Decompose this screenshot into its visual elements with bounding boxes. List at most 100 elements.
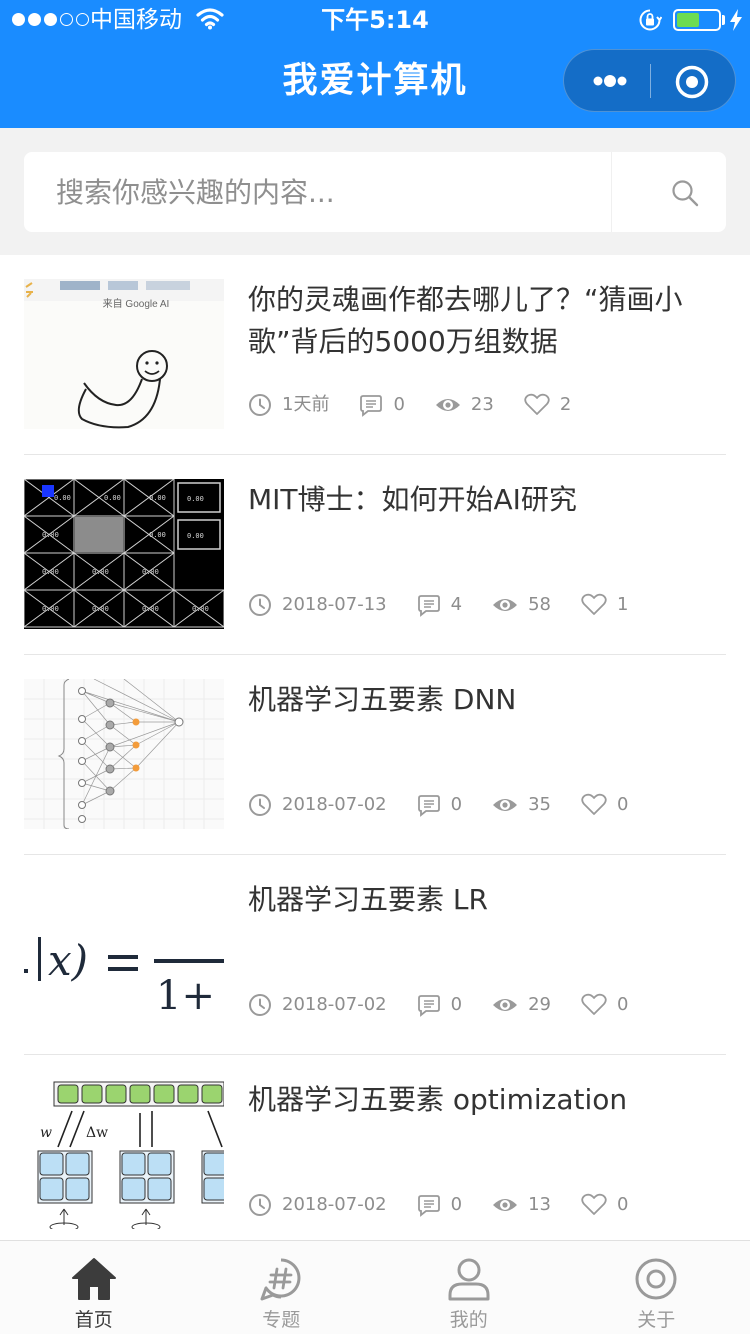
heart-icon[interactable] xyxy=(581,1193,607,1217)
more-dots-icon[interactable] xyxy=(590,67,628,95)
svg-text:0.00: 0.00 xyxy=(54,494,71,502)
comment-icon xyxy=(417,795,440,817)
like-count: 0 xyxy=(616,1194,629,1215)
publish-time: 2018-07-02 xyxy=(282,1194,387,1215)
tab-mine[interactable]: 我的 xyxy=(375,1241,563,1334)
comment-count: 0 xyxy=(450,1194,463,1215)
article-thumbnail-optimization: w Δw xyxy=(24,1079,224,1229)
topic-hash-icon xyxy=(260,1258,301,1301)
heart-icon[interactable] xyxy=(524,393,550,417)
bottom-tab-bar: 首页 专题 我的 关于 xyxy=(0,1240,750,1334)
search-box xyxy=(24,152,726,232)
comment-icon xyxy=(417,595,440,617)
tab-topics[interactable]: 专题 xyxy=(188,1241,376,1334)
article-item[interactable]: x) 1+ 机器学习五要素 LR 2018-07-02 0 29 0 xyxy=(24,855,726,1055)
view-count: 23 xyxy=(470,394,494,415)
home-icon xyxy=(71,1258,116,1300)
search-divider xyxy=(611,152,612,232)
tab-about-label: 关于 xyxy=(637,1309,676,1331)
publish-time: 2018-07-13 xyxy=(282,594,387,615)
like-count: 1 xyxy=(616,594,629,615)
top-bar: 中国移动 下午5:14 我爱计算机 xyxy=(0,0,750,128)
tab-mine-label: 我的 xyxy=(449,1309,488,1331)
svg-text:0.00: 0.00 xyxy=(187,495,204,503)
article-thumbnail-network xyxy=(24,679,224,829)
battery-icon xyxy=(673,9,721,31)
article-title[interactable]: 机器学习五要素 DNN xyxy=(248,679,718,721)
article-item[interactable]: 来自 Google AI 你的灵魂画作都去哪儿了？“猜画小歌”背后的5000万组… xyxy=(24,255,726,455)
svg-text:0.00: 0.00 xyxy=(42,531,59,539)
publish-time: 2018-07-02 xyxy=(282,794,387,815)
article-thumbnail-doodle: 来自 Google AI xyxy=(24,279,224,429)
publish-time: 1天前 xyxy=(282,394,330,415)
search-icon[interactable] xyxy=(670,178,700,208)
svg-text:Δw: Δw xyxy=(86,1125,108,1141)
tab-topics-label: 专题 xyxy=(262,1309,301,1331)
like-count: 0 xyxy=(616,794,629,815)
article-title[interactable]: 你的灵魂画作都去哪儿了？“猜画小歌”背后的5000万组数据 xyxy=(248,279,718,363)
comment-count: 4 xyxy=(450,594,463,615)
tab-home[interactable]: 首页 xyxy=(0,1241,188,1334)
tab-about[interactable]: 关于 xyxy=(563,1241,750,1334)
about-icon xyxy=(635,1258,677,1300)
article-item[interactable]: 机器学习五要素 DNN 2018-07-02 0 35 0 xyxy=(24,655,726,855)
svg-text:1+: 1+ xyxy=(156,973,215,1019)
like-count: 2 xyxy=(559,394,572,415)
mini-program-capsule xyxy=(563,49,736,112)
svg-text:0.00: 0.00 xyxy=(149,531,166,539)
tab-home-label: 首页 xyxy=(74,1309,113,1331)
user-icon xyxy=(448,1258,490,1301)
comment-count: 0 xyxy=(450,794,463,815)
svg-text:0.00: 0.00 xyxy=(42,568,59,576)
clock-icon xyxy=(249,794,271,816)
thumbnail-caption: 来自 Google AI xyxy=(103,297,170,310)
heart-icon[interactable] xyxy=(581,793,607,817)
view-count: 58 xyxy=(528,594,551,615)
article-meta: 2018-07-13 4 58 1 xyxy=(248,590,658,620)
article-meta: 2018-07-02 0 29 0 xyxy=(248,990,658,1020)
svg-text:0.00: 0.00 xyxy=(42,605,59,613)
view-count: 13 xyxy=(528,1194,551,1215)
article-title[interactable]: 机器学习五要素 LR xyxy=(248,879,718,921)
svg-text:0.00: 0.00 xyxy=(142,568,159,576)
article-thumbnail-grid: 0.00 0.00 0.00 0.00 0.00 0.00 0.00 0.00 0.00 0… xyxy=(24,479,224,629)
eye-icon xyxy=(493,599,518,611)
svg-text:0.00: 0.00 xyxy=(192,605,209,613)
view-count: 35 xyxy=(528,794,551,815)
svg-text:0.00: 0.00 xyxy=(142,605,159,613)
article-thumbnail-formula: x) 1+ xyxy=(24,879,224,1029)
capsule-target-icon[interactable] xyxy=(674,64,710,100)
svg-text:w: w xyxy=(40,1125,52,1141)
svg-text:0.00: 0.00 xyxy=(104,494,121,502)
svg-text:0.00: 0.00 xyxy=(92,605,109,613)
article-meta: 1天前 0 23 2 xyxy=(248,390,601,420)
like-count: 0 xyxy=(616,994,629,1015)
comment-icon xyxy=(417,1195,440,1217)
article-item[interactable]: 0.00 0.00 0.00 0.00 0.00 0.00 0.00 0.00 0.00 0… xyxy=(24,455,726,655)
status-bar: 中国移动 下午5:14 xyxy=(0,0,750,40)
clock-icon xyxy=(249,594,271,616)
clock-icon xyxy=(249,1194,271,1216)
comment-icon xyxy=(417,995,440,1017)
search-input[interactable] xyxy=(56,152,596,232)
article-meta: 2018-07-02 0 35 0 xyxy=(248,790,658,820)
eye-icon xyxy=(493,999,518,1011)
article-item[interactable]: w Δw 机器学习五要素 optimization 2018-07-02 0 1… xyxy=(24,1055,726,1255)
charging-icon xyxy=(730,9,742,31)
battery-tip xyxy=(722,15,725,25)
svg-text:x): x) xyxy=(48,936,88,985)
article-title[interactable]: MIT博士：如何开始AI研究 xyxy=(248,479,718,521)
publish-time: 2018-07-02 xyxy=(282,994,387,1015)
eye-icon xyxy=(493,1199,518,1211)
battery-level xyxy=(677,13,699,27)
article-title[interactable]: 机器学习五要素 optimization xyxy=(248,1079,718,1121)
comment-icon xyxy=(360,395,383,417)
svg-text:0.00: 0.00 xyxy=(187,532,204,540)
heart-icon[interactable] xyxy=(581,993,607,1017)
heart-icon[interactable] xyxy=(581,593,607,617)
view-count: 29 xyxy=(528,994,551,1015)
eye-icon xyxy=(493,799,518,811)
eye-icon xyxy=(435,399,460,411)
svg-text:0.00: 0.00 xyxy=(92,568,109,576)
clock-icon xyxy=(249,394,271,416)
